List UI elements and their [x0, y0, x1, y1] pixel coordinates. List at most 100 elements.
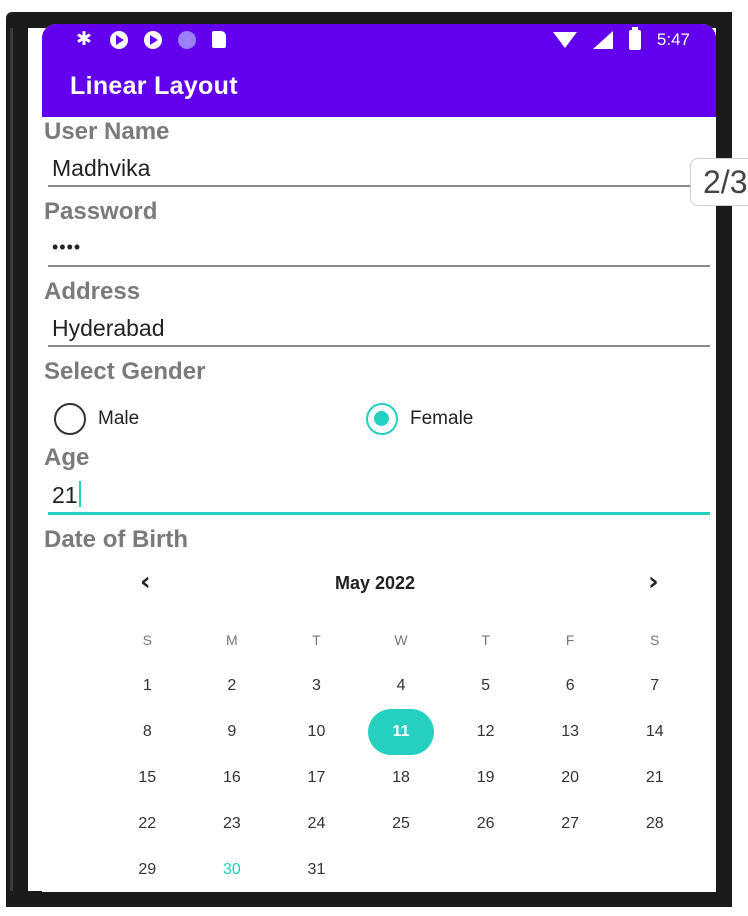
calendar-day[interactable]: 17	[274, 755, 359, 801]
calendar-day[interactable]: 10	[274, 709, 359, 755]
calendar-day[interactable]: 29	[105, 847, 190, 892]
calendar-day[interactable]: 1	[105, 663, 190, 709]
calendar-day[interactable]: 9	[190, 709, 275, 755]
calendar-day-label: 8	[142, 723, 152, 740]
calendar-day-label: 24	[307, 815, 326, 832]
calendar-day[interactable]: 14	[612, 709, 697, 755]
calendar-day-label: 11	[368, 709, 435, 755]
calendar-day[interactable]: 2	[190, 663, 275, 709]
notification-dot-icon	[178, 30, 196, 49]
calendar-week-row: 22 23 24 25 26 27 28	[105, 801, 697, 847]
calendar-day[interactable]: 12	[443, 709, 528, 755]
battery-icon	[628, 26, 641, 50]
calendar-day[interactable]: 23	[190, 801, 275, 847]
calendar-weekday: S	[650, 632, 660, 648]
app-bar: Linear Layout	[42, 55, 716, 117]
calendar-weekday-row: SMTWTFS	[105, 617, 697, 663]
calendar-day-label: 23	[222, 815, 241, 832]
calendar-day-label: 25	[392, 815, 410, 832]
calendar-day[interactable]: 31	[274, 847, 359, 892]
address-value: Hyderabad	[52, 315, 165, 341]
age-label: Age	[44, 444, 90, 471]
calendar-day-label: 18	[392, 769, 410, 786]
username-input[interactable]: Madhvika	[48, 147, 710, 187]
play-protect-icon	[144, 30, 162, 49]
phone-bezel-left	[6, 12, 28, 907]
calendar-day[interactable]: 24	[274, 801, 359, 847]
password-value: ••••	[52, 237, 82, 257]
calendar-day-label: 19	[476, 769, 495, 786]
password-input[interactable]: ••••	[48, 227, 710, 267]
phone-bezel-right	[716, 12, 732, 907]
calendar-empty-cell	[612, 847, 697, 892]
calendar-weekday: W	[394, 632, 408, 648]
calendar-day-label: 5	[481, 677, 491, 694]
calendar-day[interactable]: 19	[443, 755, 528, 801]
calendar-day[interactable]: 16	[190, 755, 275, 801]
form-content: User Name Madhvika Password •••• Address…	[42, 117, 716, 892]
calendar-day[interactable]: 3	[274, 663, 359, 709]
calendar-day[interactable]: 15	[105, 755, 190, 801]
calendar-day[interactable]: 25	[359, 801, 444, 847]
status-left-icons	[76, 30, 226, 49]
calendar-weekday: M	[226, 632, 238, 648]
radio-female[interactable]: Female	[366, 403, 678, 435]
calendar-day[interactable]: 8	[105, 709, 190, 755]
calendar-weekday: F	[565, 632, 575, 648]
calendar-day[interactable]: 26	[443, 801, 528, 847]
address-input[interactable]: Hyderabad	[48, 307, 710, 347]
calendar-day-label: 2	[227, 677, 237, 694]
calendar-day[interactable]: 22	[105, 801, 190, 847]
calendar-day-label: 12	[476, 723, 495, 740]
age-input[interactable]: 21	[48, 473, 710, 515]
calendar-day[interactable]: 7	[612, 663, 697, 709]
calendar-day[interactable]: 11	[359, 709, 444, 755]
dob-label: Date of Birth	[44, 526, 188, 553]
calendar-empty-cell	[528, 847, 613, 892]
calendar-weekday: T	[481, 632, 490, 648]
calendar-month-label: May 2022	[334, 573, 416, 593]
gender-radio-group: Male Female	[44, 395, 710, 443]
calendar-day[interactable]: 21	[612, 755, 697, 801]
radio-unchecked-icon[interactable]	[54, 403, 86, 435]
calendar-day-label: 20	[561, 769, 580, 786]
calendar-day-label: 16	[222, 769, 241, 786]
calendar-day[interactable]: 27	[528, 801, 613, 847]
sd-card-icon	[212, 31, 226, 48]
calendar-empty-cell	[359, 847, 444, 892]
calendar-day[interactable]: 28	[612, 801, 697, 847]
calendar-day[interactable]: 6	[528, 663, 613, 709]
calendar-day-label: 31	[307, 861, 326, 878]
calendar-day-label: 1	[142, 677, 152, 694]
calendar-week-row: 15 16 17 18 19 20 21	[105, 755, 697, 801]
address-label: Address	[44, 278, 141, 305]
calendar-day-label: 7	[650, 677, 660, 694]
status-time: 5:47	[656, 29, 690, 49]
calendar-week-row: 8 9 10 11 12 13 14	[105, 709, 697, 755]
username-label: User Name	[44, 118, 170, 145]
calendar-day[interactable]: 18	[359, 755, 444, 801]
calendar-day-label: 29	[138, 861, 157, 878]
calendar-day[interactable]: 13	[528, 709, 613, 755]
password-label: Password	[44, 198, 158, 225]
calendar-day-label: 28	[645, 815, 664, 832]
calendar-day-label: 22	[138, 815, 157, 832]
calendar-weekday: T	[312, 632, 321, 648]
calendar-day-label: 15	[138, 769, 157, 786]
chevron-right-icon[interactable]: ›	[648, 567, 659, 597]
age-value: 21	[52, 481, 81, 509]
calendar-empty-cell	[443, 847, 528, 892]
phone-bezel-bottom	[6, 891, 732, 907]
radio-male[interactable]: Male	[54, 403, 366, 435]
calendar-day-label: 26	[476, 815, 495, 832]
calendar-day[interactable]: 30	[190, 847, 275, 892]
calendar-day-label: 10	[307, 723, 326, 740]
calendar-day[interactable]: 5	[443, 663, 528, 709]
radio-checked-icon[interactable]	[366, 403, 398, 435]
calendar-day[interactable]: 20	[528, 755, 613, 801]
status-bar: 5:47	[42, 24, 716, 55]
age-value-text: 21	[52, 482, 78, 508]
calendar-day[interactable]: 4	[359, 663, 444, 709]
date-picker-calendar: ‹ May 2022 › S M T W T F S 1 2 3 4 5 6 7 8 9 10 11 12 13 14 1…	[44, 555, 710, 892]
calendar-grid: S M T W T F S 1 2 3 4 5 6 7 8 9 10 11 12 13 14 15 16 17 18 19 20 21…	[105, 617, 697, 892]
